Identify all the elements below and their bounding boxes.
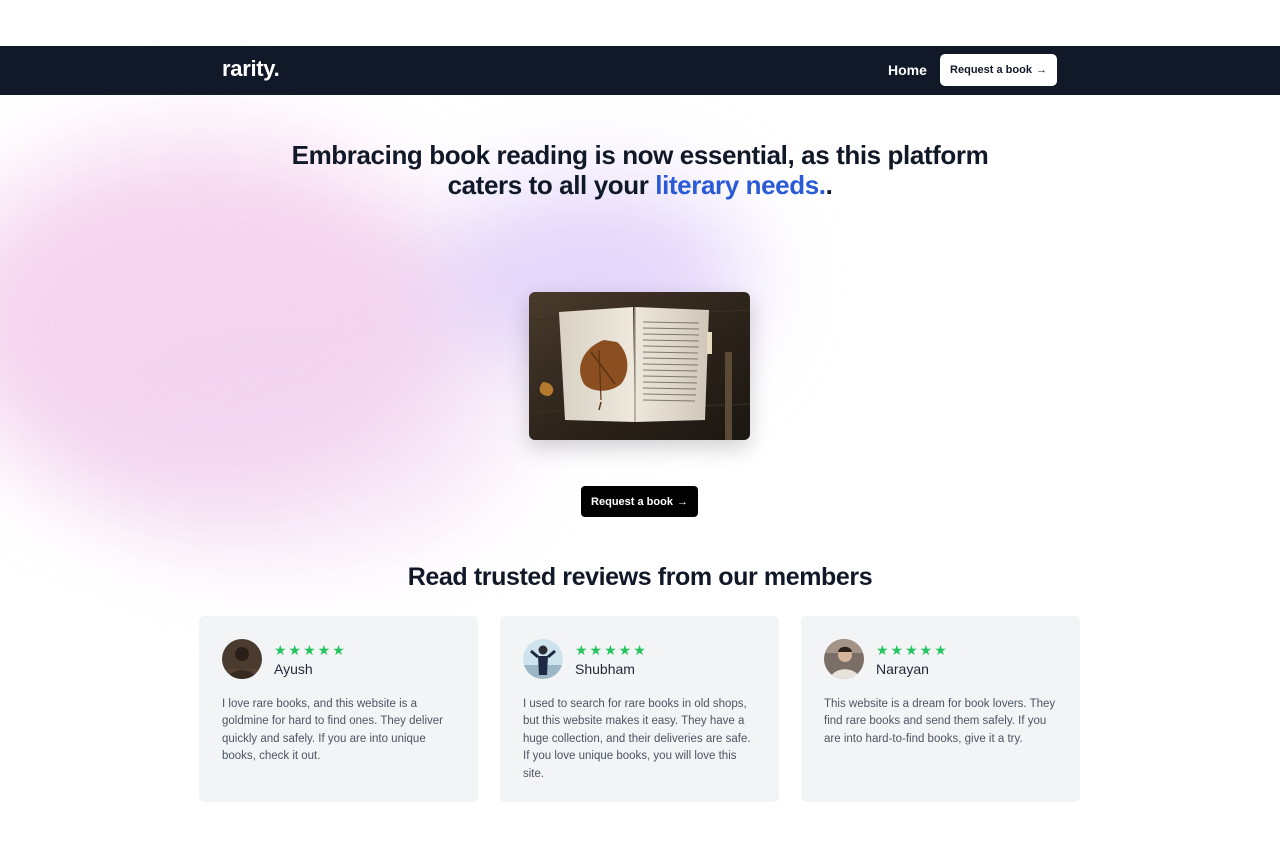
avatar [824,639,864,679]
hero-title-accent: literary needs. [655,170,826,200]
hero-request-book-label: Request a book [591,495,673,508]
brand-logo[interactable]: rarity. [222,56,280,82]
hero-title-main: Embracing book reading is now essential,… [291,140,989,200]
navbar: rarity. Home Request a book → [0,46,1280,95]
star-rating-icon: ★★★★★ [274,641,347,658]
hero-book-image [529,292,750,440]
hero-title-end: . [825,170,833,200]
avatar [523,639,563,679]
review-card: ★★★★★ Shubham I used to search for rare … [500,616,779,802]
review-card: ★★★★★ Narayan This website is a dream fo… [801,616,1080,802]
review-meta: ★★★★★ Narayan [876,642,949,677]
hero-request-book-button[interactable]: Request a book → [581,486,698,517]
reviewer-name: Narayan [876,660,929,677]
review-text: This website is a dream for book lovers.… [824,698,1056,745]
nav-request-book-label: Request a book [950,64,1032,76]
review-meta: ★★★★★ Shubham [575,642,648,677]
review-text: I used to search for rare books in old s… [523,698,751,780]
review-card-header: ★★★★★ Shubham [523,638,757,680]
nav-home-link[interactable]: Home [888,62,927,78]
arrow-right-icon: → [1035,64,1047,76]
reviews-heading: Read trusted reviews from our members [407,563,873,591]
reviewer-name: Shubham [575,660,635,677]
star-rating-icon: ★★★★★ [876,641,949,658]
review-meta: ★★★★★ Ayush [274,642,347,677]
star-rating-icon: ★★★★★ [575,641,648,658]
avatar-ayush-icon [222,639,262,679]
review-card-header: ★★★★★ Narayan [824,638,1058,680]
background-glow-soft [60,300,520,560]
arrow-right-icon: → [676,495,688,508]
nav-request-book-button[interactable]: Request a book → [940,54,1057,86]
reviewer-name: Ayush [274,660,313,677]
avatar-shubham-icon [523,639,563,679]
review-card-header: ★★★★★ Ayush [222,638,456,680]
avatar-narayan-icon [824,639,864,679]
review-text: I love rare books, and this website is a… [222,698,443,763]
review-card: ★★★★★ Ayush I love rare books, and this … [199,616,478,802]
hero-title: Embracing book reading is now essential,… [290,140,990,200]
avatar [222,639,262,679]
open-book-leaf-illustration [529,292,750,440]
